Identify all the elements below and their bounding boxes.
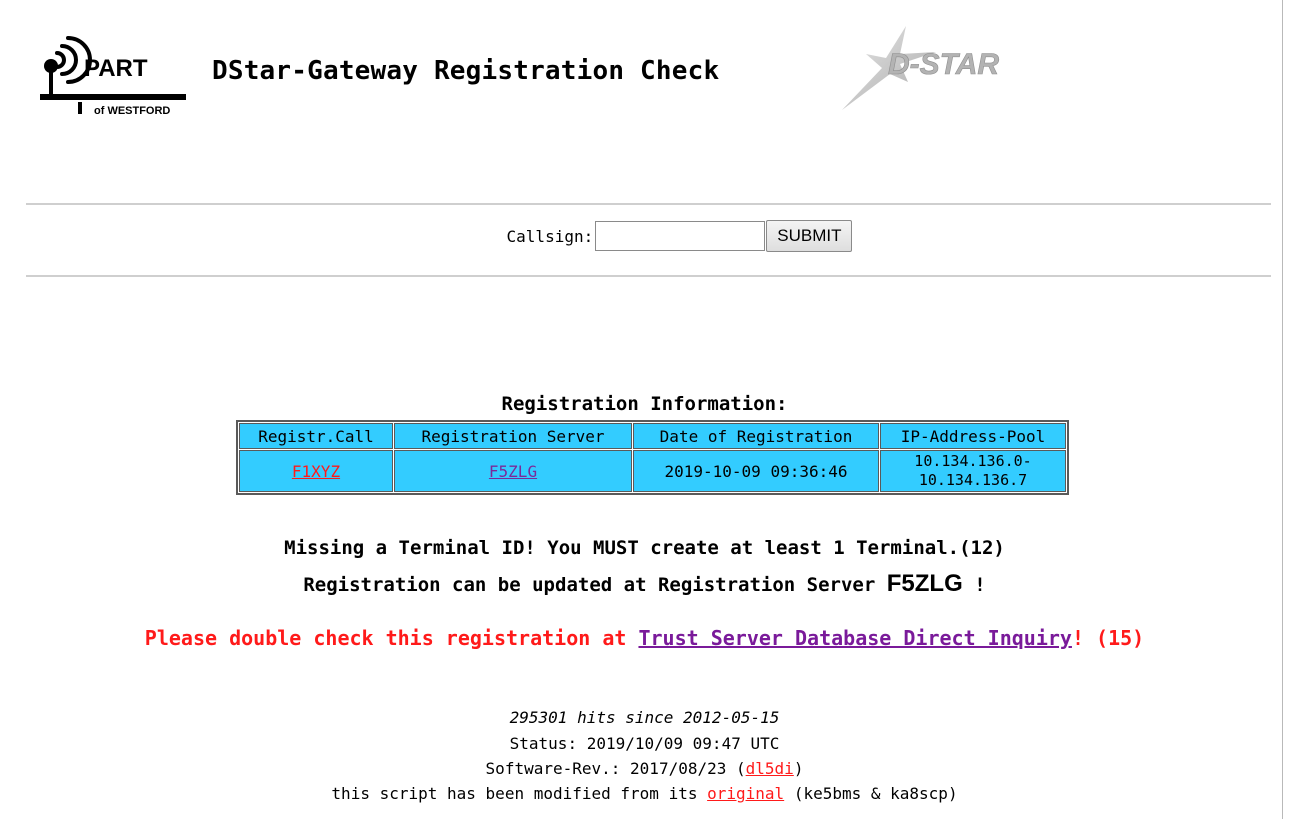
cell-date: 2019-10-09 09:36:46 <box>633 450 879 492</box>
submit-button[interactable]: SUBMIT <box>766 220 853 252</box>
cell-call: F1XYZ <box>239 450 393 492</box>
update-prefix: Registration can be updated at Registrat… <box>303 574 876 596</box>
registration-server-link[interactable]: F5ZLG <box>489 462 537 481</box>
svg-text:of WESTFORD: of WESTFORD <box>94 105 170 117</box>
callsign-input[interactable] <box>595 221 766 251</box>
modified-suffix: (ke5bms & ka8scp) <box>793 784 958 803</box>
table-header-row: Registr.Call Registration Server Date of… <box>239 423 1066 449</box>
software-prefix: Software-Rev.: 2017/08/23 ( <box>485 759 746 778</box>
software-suffix: ) <box>793 759 804 778</box>
check-suffix: ! (15) <box>1071 626 1145 650</box>
ip-pool-start: 10.134.136.0- <box>914 452 1032 470</box>
table-row: F1XYZ F5ZLG 2019-10-09 09:36:46 10.134.1… <box>239 450 1066 492</box>
page-title: DStar-Gateway Registration Check <box>212 56 720 86</box>
column-header-call: Registr.Call <box>239 423 393 449</box>
column-header-date: Date of Registration <box>633 423 879 449</box>
callsign-form: Callsign: SUBMIT <box>0 220 1289 252</box>
column-header-server: Registration Server <box>394 423 632 449</box>
software-revision: Software-Rev.: 2017/08/23 (dl5di) <box>0 759 1289 778</box>
trust-server-inquiry-link[interactable]: Trust Server Database Direct Inquiry <box>638 626 1071 650</box>
part-logo: PART of WESTFORD <box>40 36 186 117</box>
hit-counter: 295301 hits since 2012-05-15 <box>509 708 780 727</box>
svg-text:D-STAR: D-STAR <box>888 48 999 81</box>
registration-caption: Registration Information: <box>501 393 788 415</box>
check-prefix: Please double check this registration at <box>144 626 627 650</box>
column-header-ip-pool: IP-Address-Pool <box>880 423 1066 449</box>
cell-server: F5ZLG <box>394 450 632 492</box>
registration-table: Registr.Call Registration Server Date of… <box>236 420 1069 495</box>
svg-text:PART: PART <box>84 55 148 82</box>
modified-note: this script has been modified from its o… <box>0 784 1289 803</box>
update-suffix: ! <box>974 574 986 596</box>
ip-pool-end: 10.134.136.7 <box>918 471 1028 489</box>
update-server-message: Registration can be updated at Registrat… <box>0 570 1289 598</box>
divider-bottom <box>26 275 1271 277</box>
cell-ip-pool: 10.134.136.0- 10.134.136.7 <box>880 450 1066 492</box>
original-link[interactable]: original <box>707 784 784 803</box>
callsign-label: Callsign: <box>506 226 594 246</box>
callsign-link[interactable]: F1XYZ <box>292 462 340 481</box>
update-server-name: F5ZLG <box>886 570 963 597</box>
missing-terminal-message: Missing a Terminal ID! You MUST create a… <box>284 537 1005 559</box>
divider-top <box>26 203 1271 205</box>
status-line: Status: 2019/10/09 09:47 UTC <box>509 734 780 753</box>
dstar-logo: D-STAR <box>842 26 1000 110</box>
dl5di-link[interactable]: dl5di <box>746 759 794 778</box>
modified-prefix: this script has been modified from its <box>331 784 698 803</box>
double-check-warning: Please double check this registration at… <box>0 626 1289 650</box>
